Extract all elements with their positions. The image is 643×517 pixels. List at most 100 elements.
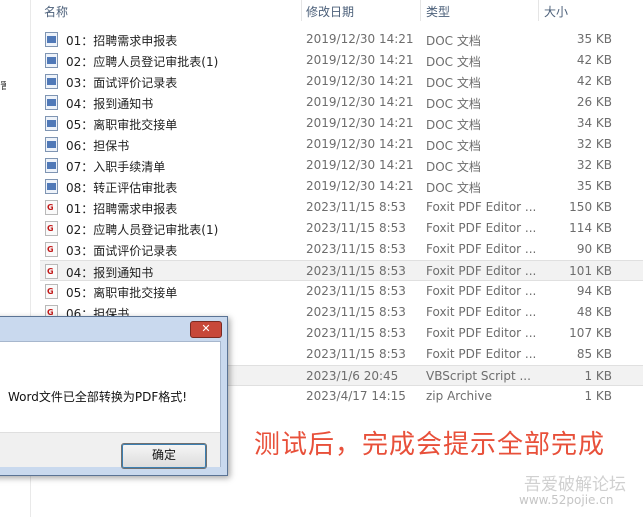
dialog-footer: 确定: [0, 432, 220, 469]
pdf-icon: G: [45, 242, 58, 257]
file-type: Foxit PDF Editor ...: [426, 200, 537, 214]
file-date: 2023/11/15 8:53: [306, 242, 406, 256]
word-doc-icon: [45, 158, 58, 173]
file-row[interactable]: 05：离职审批交接单 2019/12/30 14:21 DOC 文档 34 KB: [40, 113, 643, 134]
file-name: 02：应聘人员登记审批表(1): [66, 223, 219, 237]
file-name: 01：招聘需求申报表: [66, 202, 178, 216]
file-date: 2023/1/6 20:45: [306, 369, 399, 383]
file-date: 2023/11/15 8:53: [306, 284, 406, 298]
file-row[interactable]: 06：担保书 2019/12/30 14:21 DOC 文档 32 KB: [40, 134, 643, 155]
file-date: 2019/12/30 14:21: [306, 32, 414, 46]
word-doc-icon: [45, 137, 58, 152]
file-date: 2023/11/15 8:53: [306, 264, 406, 278]
word-doc-icon: [45, 179, 58, 194]
file-type: DOC 文档: [426, 118, 481, 132]
file-type: Foxit PDF Editor ...: [426, 326, 537, 340]
file-date: 2023/11/15 8:53: [306, 221, 406, 235]
file-size: 26 KB: [576, 95, 612, 109]
file-row[interactable]: G 01：招聘需求申报表 2023/11/15 8:53 Foxit PDF Edit…: [40, 197, 643, 218]
file-type: DOC 文档: [426, 160, 481, 174]
column-header-bar: 名称 修改日期 类型 大小: [0, 0, 643, 21]
file-row[interactable]: 03：面试评价记录表 2019/12/30 14:21 DOC 文档 42 KB: [40, 71, 643, 92]
file-row[interactable]: G 05：离职审批交接单 2023/11/15 8:53 Foxit PDF Edit…: [40, 281, 643, 302]
file-row[interactable]: G 02：应聘人员登记审批表(1) 2023/11/15 8:53 Foxit PDF…: [40, 218, 643, 239]
file-size: 101 KB: [569, 264, 612, 278]
column-header-date[interactable]: 修改日期: [306, 3, 354, 20]
file-type: Foxit PDF Editor ...: [426, 242, 537, 256]
file-type: DOC 文档: [426, 34, 481, 48]
dialog-message: Word文件已全部转换为PDF格式!: [8, 390, 188, 404]
column-header-size[interactable]: 大小: [544, 3, 568, 20]
file-type: Foxit PDF Editor ...: [426, 284, 537, 298]
word-doc-icon: [45, 74, 58, 89]
file-date: 2019/12/30 14:21: [306, 53, 414, 67]
file-size: 42 KB: [576, 74, 612, 88]
file-row[interactable]: 07：入职手续清单 2019/12/30 14:21 DOC 文档 32 KB: [40, 155, 643, 176]
file-size: 42 KB: [576, 53, 612, 67]
file-date: 2023/4/17 14:15: [306, 389, 406, 403]
file-size: 35 KB: [576, 32, 612, 46]
file-type: DOC 文档: [426, 97, 481, 111]
file-row[interactable]: G 04：报到通知书 2023/11/15 8:53 Foxit PDF Editor…: [40, 260, 643, 281]
pdf-icon: G: [45, 264, 58, 279]
file-date: 2023/11/15 8:53: [306, 326, 406, 340]
file-name: 05：离职审批交接单: [66, 286, 178, 300]
dialog-body: Word文件已全部转换为PDF格式! 确定: [0, 341, 221, 469]
annotation-text: 测试后，完成会提示全部完成: [254, 430, 606, 460]
column-header-name[interactable]: 名称: [44, 3, 68, 20]
file-date: 2019/12/30 14:21: [306, 95, 414, 109]
pdf-icon: G: [45, 200, 58, 215]
file-size: 32 KB: [576, 137, 612, 151]
file-type: DOC 文档: [426, 55, 481, 69]
file-size: 94 KB: [576, 284, 612, 298]
file-name: 04：报到通知书: [66, 266, 154, 280]
file-type: VBScript Script ...: [426, 369, 531, 383]
navigation-pane-fragment[interactable]: 置: [0, 78, 6, 90]
file-size: 150 KB: [569, 200, 612, 214]
file-size: 114 KB: [569, 221, 612, 235]
file-size: 34 KB: [576, 116, 612, 130]
file-name: 01：招聘需求申报表: [66, 34, 178, 48]
file-row[interactable]: 04：报到通知书 2019/12/30 14:21 DOC 文档 26 KB: [40, 92, 643, 113]
word-doc-icon: [45, 32, 58, 47]
file-size: 48 KB: [576, 305, 612, 319]
dialog-close-button[interactable]: ✕: [190, 321, 222, 338]
file-type: Foxit PDF Editor ...: [426, 347, 537, 361]
file-type: Foxit PDF Editor ...: [426, 221, 537, 235]
file-size: 90 KB: [576, 242, 612, 256]
file-name: 05：离职审批交接单: [66, 118, 178, 132]
file-name: 06：担保书: [66, 139, 130, 153]
column-divider[interactable]: [420, 0, 421, 21]
ok-button[interactable]: 确定: [121, 443, 207, 469]
file-row[interactable]: G 03：面试评价记录表 2023/11/15 8:53 Foxit PDF Edit…: [40, 239, 643, 260]
file-name: 03：面试评价记录表: [66, 244, 178, 258]
file-name: 07：入职手续清单: [66, 160, 166, 174]
file-date: 2019/12/30 14:21: [306, 179, 414, 193]
file-row[interactable]: 08：转正评估审批表 2019/12/30 14:21 DOC 文档 35 KB: [40, 176, 643, 197]
file-type: DOC 文档: [426, 181, 481, 195]
word-doc-icon: [45, 53, 58, 68]
file-name: 02：应聘人员登记审批表(1): [66, 55, 219, 69]
file-type: Foxit PDF Editor ...: [426, 264, 537, 278]
watermark-url: www.52pojie.cn: [519, 493, 614, 507]
file-name: 04：报到通知书: [66, 97, 154, 111]
file-type: zip Archive: [426, 389, 492, 403]
file-name: 03：面试评价记录表: [66, 76, 178, 90]
file-date: 2019/12/30 14:21: [306, 137, 414, 151]
column-divider[interactable]: [301, 0, 302, 21]
pdf-icon: G: [45, 221, 58, 236]
file-row[interactable]: 01：招聘需求申报表 2019/12/30 14:21 DOC 文档 35 KB: [40, 29, 643, 50]
file-date: 2019/12/30 14:21: [306, 158, 414, 172]
file-name: 08：转正评估审批表: [66, 181, 178, 195]
word-doc-icon: [45, 116, 58, 131]
pdf-icon: G: [45, 284, 58, 299]
watermark-title: 吾爱破解论坛: [524, 475, 626, 495]
file-type: DOC 文档: [426, 76, 481, 90]
file-size: 85 KB: [576, 347, 612, 361]
column-header-type[interactable]: 类型: [426, 3, 450, 20]
file-date: 2023/11/15 8:53: [306, 347, 406, 361]
file-row[interactable]: 02：应聘人员登记审批表(1) 2019/12/30 14:21 DOC 文档 42 …: [40, 50, 643, 71]
file-date: 2019/12/30 14:21: [306, 116, 414, 130]
column-divider[interactable]: [538, 0, 539, 21]
message-dialog: ✕ Word文件已全部转换为PDF格式! 确定: [0, 316, 228, 476]
